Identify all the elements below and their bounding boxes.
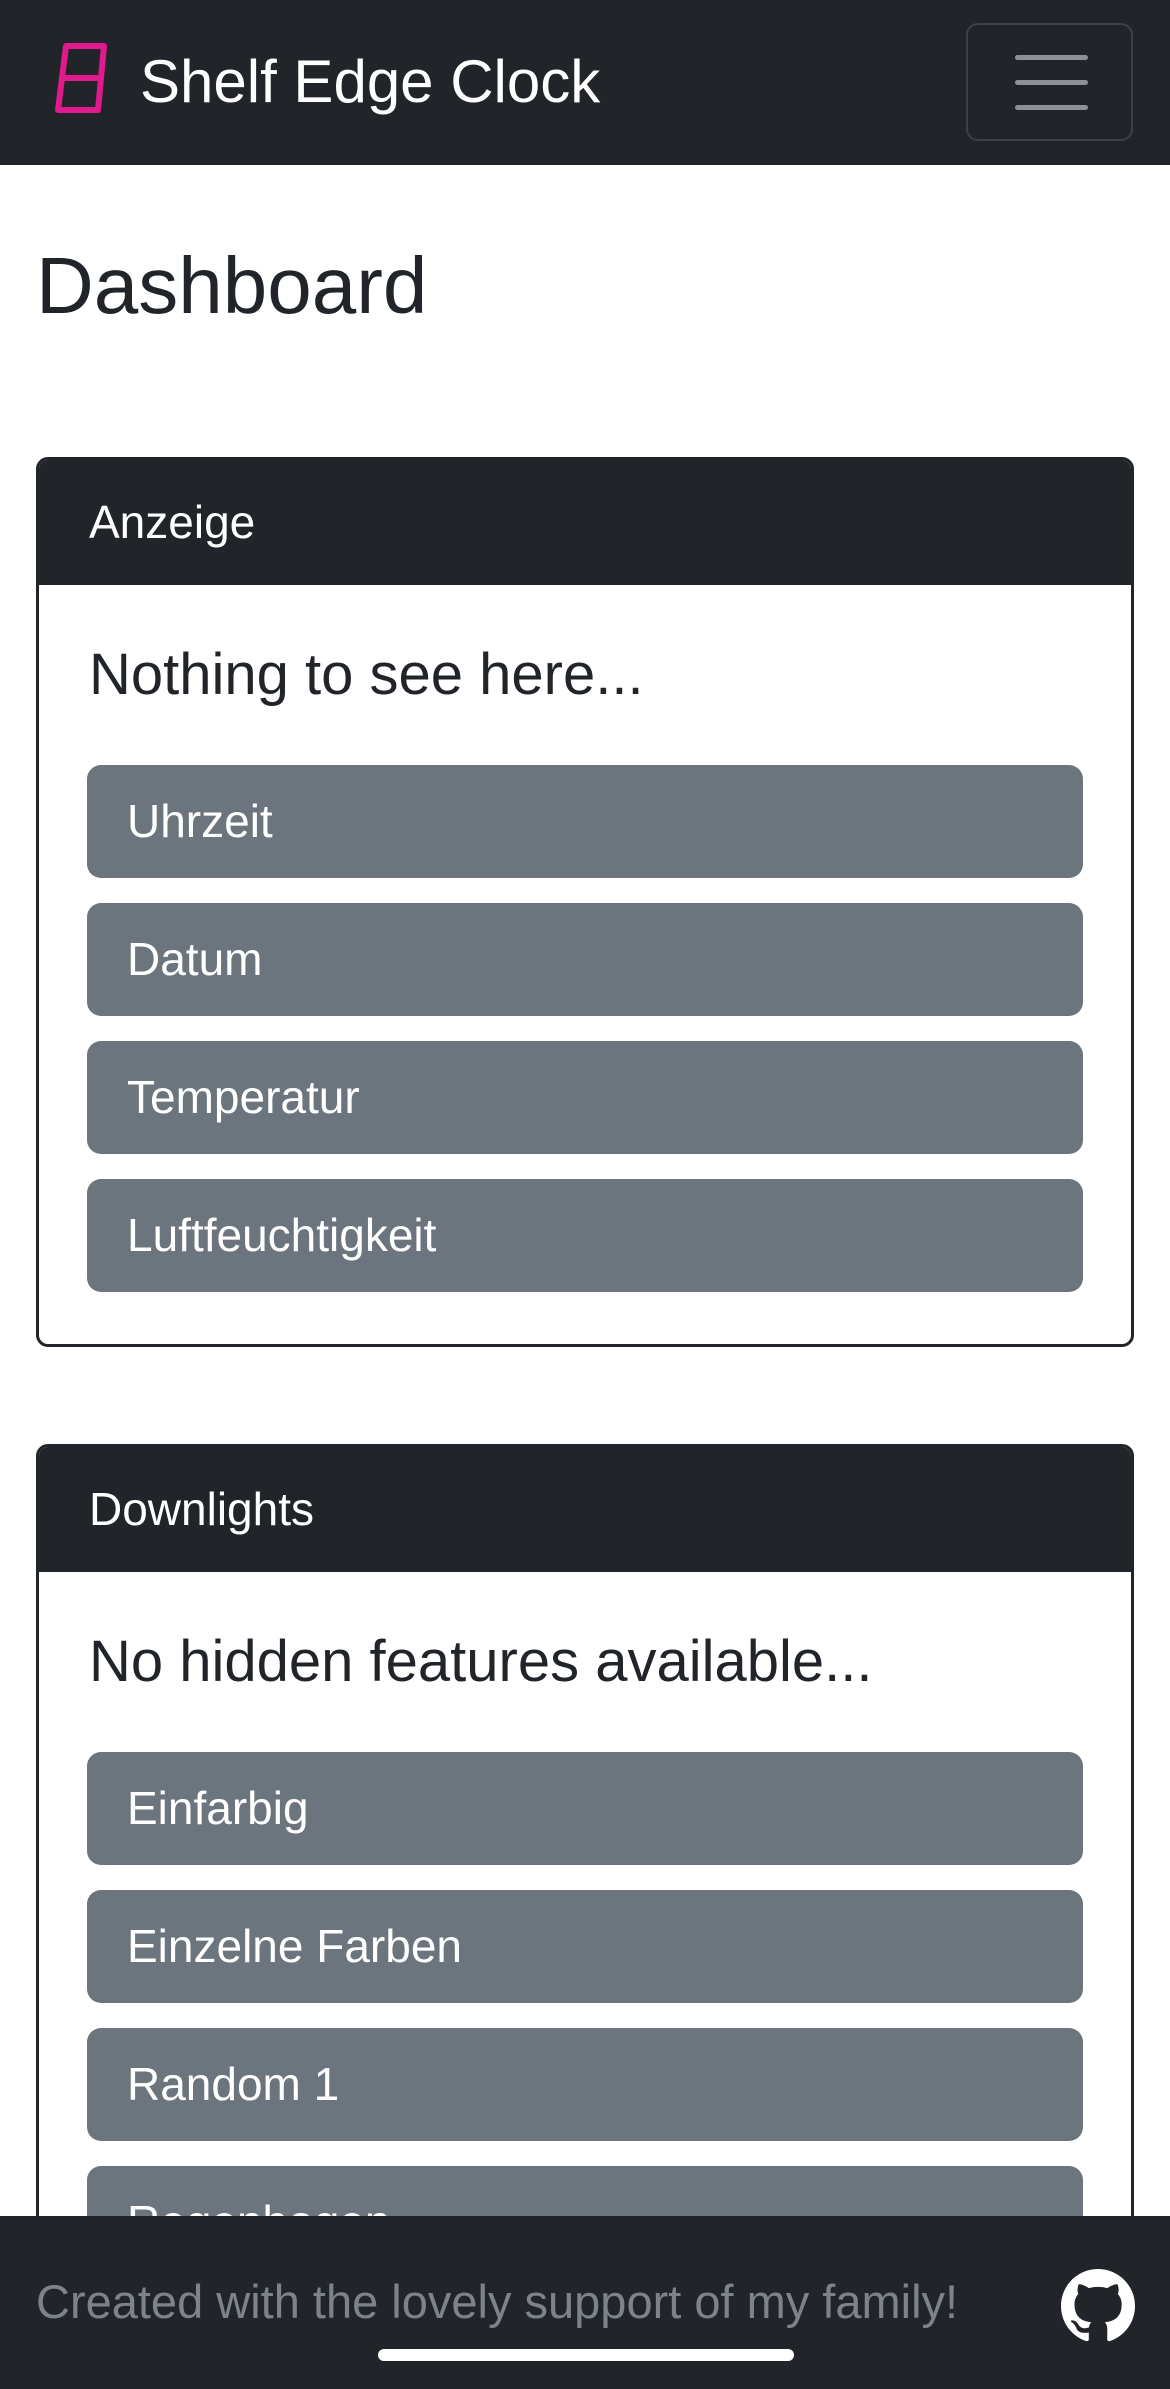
card-downlights: Downlights No hidden features available.… <box>36 1444 1134 2344</box>
footer-text: Created with the lovely support of my fa… <box>36 2275 959 2328</box>
card-anzeige: Anzeige Nothing to see here... Uhrzeit D… <box>36 457 1134 1347</box>
hamburger-menu-icon <box>1015 55 1088 60</box>
menu-toggle-button[interactable] <box>966 23 1133 141</box>
button-luftfeuchtigkeit[interactable]: Luftfeuchtigkeit <box>87 1179 1083 1292</box>
brand-title[interactable]: Shelf Edge Clock <box>140 46 600 118</box>
card-body: Nothing to see here... Uhrzeit Datum Tem… <box>39 585 1131 1344</box>
page-title: Dashboard <box>36 241 428 330</box>
navbar: Shelf Edge Clock <box>0 0 1170 165</box>
card-text: No hidden features available... <box>89 1629 873 1694</box>
github-icon[interactable] <box>1061 2269 1135 2343</box>
button-uhrzeit[interactable]: Uhrzeit <box>87 765 1083 878</box>
button-einfarbig[interactable]: Einfarbig <box>87 1752 1083 1865</box>
seven-segment-digit-icon[interactable] <box>52 42 110 114</box>
button-datum[interactable]: Datum <box>87 903 1083 1016</box>
button-random-1[interactable]: Random 1 <box>87 2028 1083 2141</box>
card-header: Anzeige <box>39 460 1131 585</box>
home-indicator <box>378 2349 794 2361</box>
hamburger-menu-icon-bar <box>1015 80 1088 85</box>
button-temperatur[interactable]: Temperatur <box>87 1041 1083 1154</box>
hamburger-menu-icon-bar <box>1015 105 1088 110</box>
button-einzelne-farben[interactable]: Einzelne Farben <box>87 1890 1083 2003</box>
card-header: Downlights <box>39 1447 1131 1572</box>
card-text: Nothing to see here... <box>89 642 644 707</box>
footer: Created with the lovely support of my fa… <box>0 2216 1170 2389</box>
